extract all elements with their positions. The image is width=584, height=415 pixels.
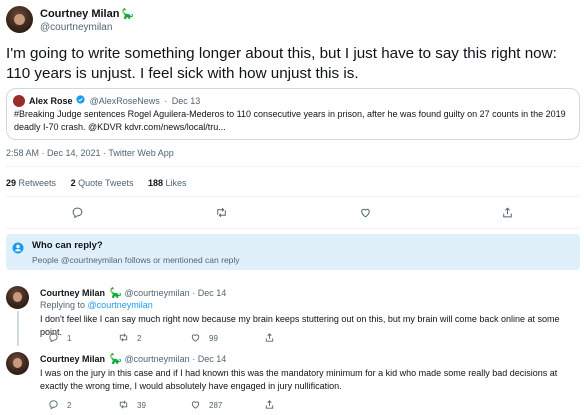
retweet-count: 2: [137, 334, 142, 343]
who-can-reply-description: People @courtneymilan follows or mention…: [32, 255, 240, 265]
reply-date[interactable]: Dec 14: [198, 288, 227, 298]
heart-icon[interactable]: [190, 399, 209, 412]
dinosaur-emoji-icon: 🦕: [109, 288, 122, 299]
quote-separator: ·: [164, 96, 168, 106]
retweets-stat[interactable]: 29 Retweets: [6, 178, 56, 188]
like-count: 287: [209, 401, 223, 410]
replying-to-link[interactable]: @courtneymilan: [88, 300, 153, 310]
reply-icon[interactable]: [48, 399, 67, 412]
reply-tweet[interactable]: Courtney Milan 🦕 @courtneymilan · Dec 14…: [0, 352, 584, 415]
reply-action-bar: 2 39 287: [40, 399, 580, 413]
like-count: 99: [209, 334, 218, 343]
replying-to: Replying to @courtneymilan: [40, 300, 153, 310]
reply-tweet[interactable]: Courtney Milan 🦕 @courtneymilan · Dec 14…: [0, 286, 584, 346]
like-button[interactable]: 99: [190, 332, 218, 345]
quoted-tweet[interactable]: Alex Rose @AlexRoseNews · Dec 13 #Breaki…: [6, 88, 580, 140]
quotes-count: 2: [70, 178, 76, 188]
quote-header: Alex Rose @AlexRoseNews · Dec 13: [29, 95, 200, 106]
retweet-count: 39: [137, 401, 146, 410]
reply-icon[interactable]: [69, 204, 85, 220]
quotes-label: Quote Tweets: [78, 178, 134, 188]
reply-header: Courtney Milan 🦕 @courtneymilan · Dec 14: [40, 354, 226, 365]
author-name[interactable]: Courtney Milan 🦕: [40, 8, 134, 20]
share-button[interactable]: [264, 332, 283, 345]
tweet-timestamp[interactable]: 2:58 AM · Dec 14, 2021 · Twitter Web App: [6, 148, 174, 158]
dinosaur-emoji-icon: 🦕: [121, 9, 134, 20]
retweet-icon[interactable]: [118, 332, 137, 345]
quote-avatar: [13, 95, 25, 107]
heart-icon[interactable]: [357, 204, 373, 220]
likes-stat[interactable]: 188 Likes: [148, 178, 187, 188]
dinosaur-emoji-icon: 🦕: [109, 354, 122, 365]
quote-author-handle: @AlexRoseNews: [89, 96, 160, 106]
reply-count: 2: [67, 401, 72, 410]
divider: [6, 166, 580, 167]
thread-line: [17, 311, 19, 346]
tweet-text: I'm going to write something longer abou…: [6, 45, 557, 82]
share-icon[interactable]: [264, 332, 283, 345]
quote-author-name: Alex Rose: [29, 96, 73, 106]
tweet-stats: 29 Retweets 2 Quote Tweets 188 Likes: [6, 178, 199, 188]
heart-icon[interactable]: [190, 332, 209, 345]
divider: [6, 196, 580, 197]
retweet-icon[interactable]: [118, 399, 137, 412]
reply-icon[interactable]: [48, 332, 67, 345]
reply-text: I was on the jury in this case and if I …: [40, 368, 558, 391]
reply-action-bar: 1 2 99: [40, 332, 580, 346]
reply-author-handle[interactable]: @courtneymilan: [125, 288, 190, 298]
reply-separator: ·: [192, 354, 196, 364]
likes-label: Likes: [165, 178, 187, 188]
reply-header: Courtney Milan 🦕 @courtneymilan · Dec 14: [40, 288, 226, 299]
tweet-action-bar: [0, 204, 584, 222]
share-button[interactable]: [264, 399, 283, 412]
divider: [6, 228, 580, 229]
reply-author-name[interactable]: Courtney Milan: [40, 288, 105, 298]
reply-button[interactable]: 2: [48, 399, 71, 412]
retweet-button[interactable]: 2: [118, 332, 141, 345]
quotes-stat[interactable]: 2 Quote Tweets: [71, 178, 134, 188]
replying-to-prefix: Replying to: [40, 300, 86, 310]
author-name-text[interactable]: Courtney Milan: [40, 8, 119, 20]
avatar[interactable]: [6, 352, 29, 375]
like-button[interactable]: 287: [190, 399, 222, 412]
share-icon[interactable]: [499, 204, 515, 220]
verified-badge-icon: [76, 95, 88, 106]
avatar[interactable]: [6, 286, 29, 309]
reply-separator: ·: [192, 288, 196, 298]
quote-date: Dec 13: [171, 96, 201, 106]
share-icon[interactable]: [264, 399, 283, 412]
quote-text: #Breaking Judge sentences Rogel Aguilera…: [14, 109, 566, 132]
reply-author-name[interactable]: Courtney Milan: [40, 354, 105, 364]
likes-count: 188: [148, 178, 164, 188]
avatar[interactable]: [6, 6, 33, 33]
retweet-icon[interactable]: [213, 204, 229, 220]
who-can-reply-box: Who can reply? People @courtneymilan fol…: [6, 234, 580, 270]
reply-author-handle[interactable]: @courtneymilan: [125, 354, 190, 364]
user-circle-icon: [12, 241, 24, 254]
reply-count: 1: [67, 334, 72, 343]
author-handle[interactable]: @courtneymilan: [40, 22, 112, 33]
retweets-count: 29: [6, 178, 17, 188]
reply-button[interactable]: 1: [48, 332, 71, 345]
reply-date[interactable]: Dec 14: [198, 354, 227, 364]
retweet-button[interactable]: 39: [118, 399, 146, 412]
retweets-label: Retweets: [18, 178, 57, 188]
who-can-reply-title: Who can reply?: [32, 240, 103, 251]
